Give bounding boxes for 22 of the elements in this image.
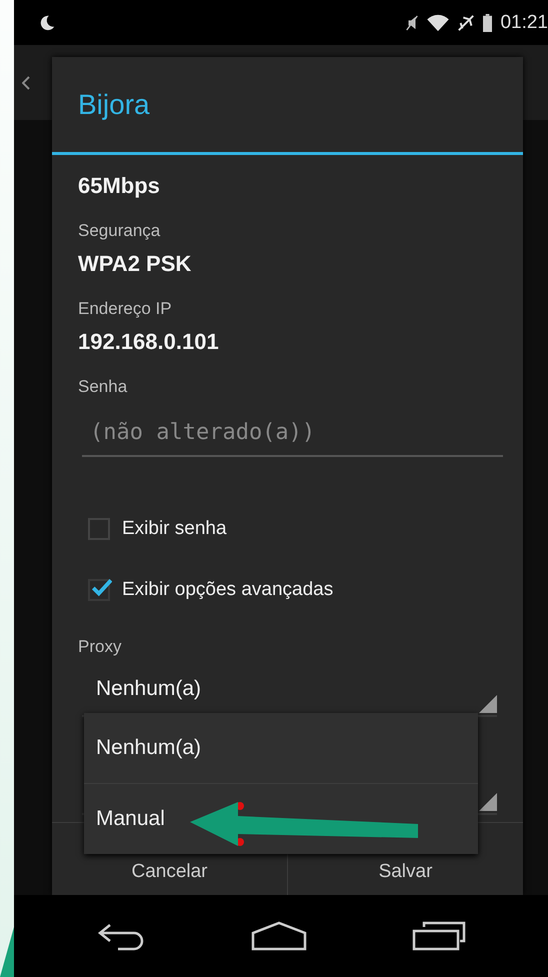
field-label: Endereço IP [78,299,173,319]
muted-icon [405,14,420,32]
checkbox-option[interactable]: Exibir opções avançadas [88,579,497,601]
field-value: 192.168.0.101 [78,329,220,355]
moon-icon [38,14,56,32]
proxy-label: Proxy [78,637,122,657]
clock-time: 01:21 [500,12,548,34]
checkbox[interactable] [88,518,110,540]
corner-wedge-icon [0,927,14,977]
recent-apps-icon[interactable] [412,921,466,951]
password-label: Senha [78,377,128,397]
home-icon[interactable] [250,921,307,951]
battery-icon [483,14,492,32]
wifi-icon [427,14,450,32]
checkbox[interactable] [88,579,110,601]
dialog-title: Bijora [52,57,523,155]
field-label: Segurança [78,221,162,241]
password-field[interactable]: (não alterado(a)) [82,414,503,457]
link-speed-value: 65Mbps [78,173,161,199]
checkbox-option[interactable]: Exibir senha [88,518,497,540]
back-caret-icon [22,76,30,90]
field-value: WPA2 PSK [78,251,192,277]
